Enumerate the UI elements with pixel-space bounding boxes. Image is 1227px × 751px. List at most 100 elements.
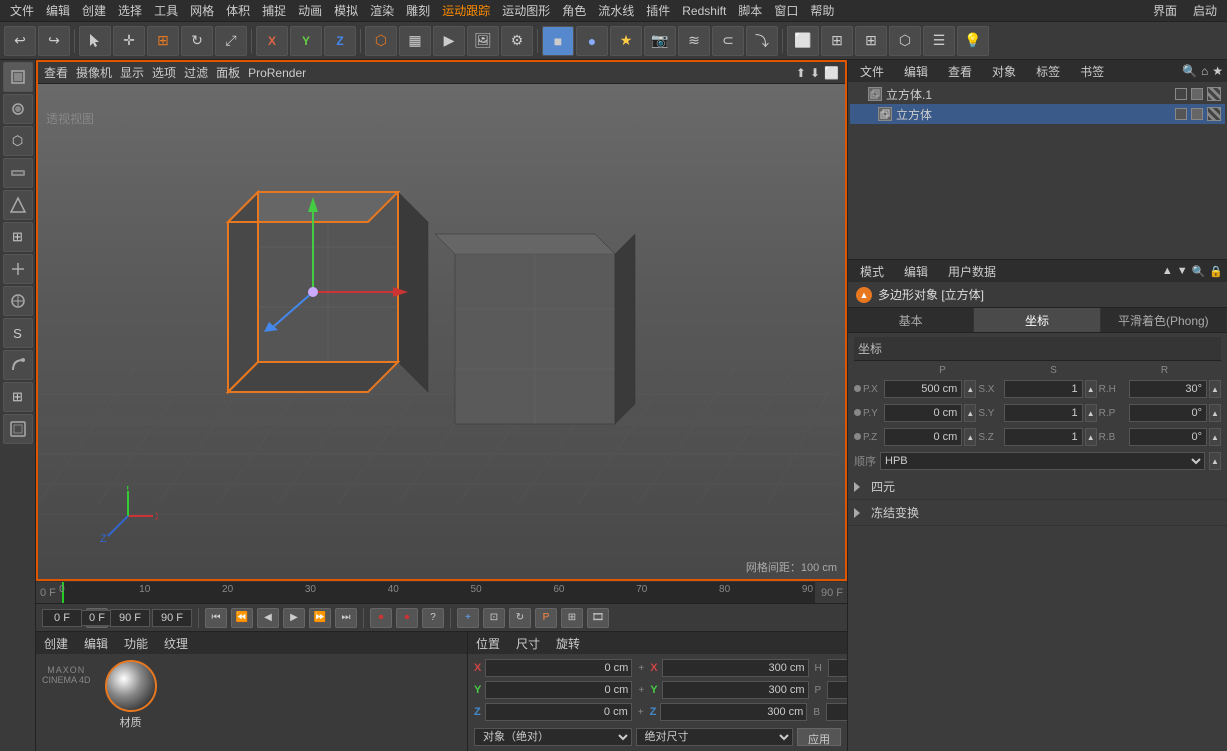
menu-render[interactable]: 渲染 <box>364 0 400 21</box>
props-lock[interactable]: 🔒 <box>1209 265 1223 278</box>
param-button[interactable]: P <box>535 608 557 628</box>
menu-plugins[interactable]: 插件 <box>640 0 676 21</box>
props-search[interactable]: 🔍 <box>1192 265 1206 278</box>
menu-create[interactable]: 创建 <box>76 0 112 21</box>
lamp-button[interactable]: 💡 <box>957 26 989 56</box>
rot-button[interactable]: ⊡ <box>483 608 505 628</box>
menu-animate[interactable]: 动画 <box>292 0 328 21</box>
menu-motion-tracking[interactable]: 运动跟踪 <box>436 0 496 21</box>
timeline-track[interactable]: 0 10 20 30 40 50 60 70 80 90 <box>62 582 815 603</box>
menu-pipeline[interactable]: 流水线 <box>592 0 640 21</box>
axis-z-button[interactable]: Z <box>324 26 356 56</box>
pz-input[interactable] <box>884 428 962 446</box>
menu-motion-graphics[interactable]: 运动图形 <box>496 0 556 21</box>
sy-arrow[interactable]: ▲ <box>1085 404 1097 422</box>
left-tool-4[interactable] <box>3 158 33 188</box>
viewport-menu-view[interactable]: 查看 <box>44 64 68 81</box>
start-frame-input[interactable] <box>42 609 82 627</box>
obj-visibility-cube[interactable] <box>1191 108 1203 120</box>
selected-cube[interactable] <box>198 182 438 465</box>
obj-tab-edit[interactable]: 编辑 <box>896 61 936 82</box>
end-frame-input[interactable] <box>110 609 150 627</box>
record-all-button[interactable]: ⏺ <box>396 608 418 628</box>
viewport-nav-up[interactable]: ⬆ <box>796 66 806 80</box>
light-button[interactable]: ★ <box>610 26 642 56</box>
px-arrow[interactable]: ▲ <box>964 380 976 398</box>
sy-input[interactable] <box>1004 404 1082 422</box>
viewport-scene[interactable]: X Y Z <box>38 84 845 579</box>
render-region-button[interactable]: ▦ <box>399 26 431 56</box>
menu-mesh[interactable]: 网格 <box>184 0 220 21</box>
camera-button[interactable]: 📷 <box>644 26 676 56</box>
camera-view-button[interactable]: ⬡ <box>889 26 921 56</box>
props-nav-down[interactable]: ▼ <box>1177 265 1188 277</box>
props-nav-up[interactable]: ▲ <box>1162 265 1173 277</box>
prop-tab-phong[interactable]: 平滑着色(Phong) <box>1101 308 1227 332</box>
render-button[interactable]: ▶ <box>433 26 465 56</box>
sx-arrow[interactable]: ▲ <box>1085 380 1097 398</box>
coord-size-dropdown[interactable]: 绝对尺寸 <box>636 728 794 746</box>
max-frame-input[interactable] <box>152 609 192 627</box>
coord-mode-dropdown[interactable]: 对象（绝对） <box>474 728 632 746</box>
obj-tab-view[interactable]: 查看 <box>940 61 980 82</box>
obj-tab-bookmarks[interactable]: 书签 <box>1072 61 1112 82</box>
left-tool-12[interactable] <box>3 414 33 444</box>
apply-button[interactable]: 应用 <box>797 728 841 746</box>
viewport-maximize[interactable]: ⬜ <box>824 66 839 80</box>
menu-sculpt[interactable]: 雕刻 <box>400 0 436 21</box>
menu-snap[interactable]: 捕捉 <box>256 0 292 21</box>
menu-tools[interactable]: 工具 <box>148 0 184 21</box>
size-x-input[interactable] <box>662 659 809 677</box>
pos-x-input[interactable] <box>485 659 632 677</box>
rb-arrow[interactable]: ▲ <box>1209 428 1221 446</box>
menu-help[interactable]: 帮助 <box>804 0 840 21</box>
left-tool-7[interactable] <box>3 254 33 284</box>
left-tool-9[interactable]: S <box>3 318 33 348</box>
viewport-menu-prorender[interactable]: ProRender <box>248 66 306 80</box>
render-settings-button[interactable]: ⚙ <box>501 26 533 56</box>
pos-z-input[interactable] <box>485 703 632 721</box>
left-tool-6[interactable]: ⊞ <box>3 222 33 252</box>
menu-scripts[interactable]: 脚本 <box>732 0 768 21</box>
viewport-nav-down[interactable]: ⬇ <box>810 66 820 80</box>
sz-input[interactable] <box>1004 428 1082 446</box>
menu-interface[interactable]: 界面 <box>1147 0 1183 21</box>
play-reverse-button[interactable]: ◀ <box>257 608 279 628</box>
obj-tab-tags[interactable]: 标签 <box>1028 61 1068 82</box>
search-icon[interactable]: 🔍 <box>1182 64 1197 78</box>
obj-tab-file[interactable]: 文件 <box>852 61 892 82</box>
material-item[interactable]: 材质 <box>105 660 157 730</box>
left-tool-5[interactable] <box>3 190 33 220</box>
rotate-tool-button[interactable]: ↻ <box>181 26 213 56</box>
home-icon[interactable]: ⌂ <box>1201 64 1208 78</box>
px-input[interactable] <box>884 380 962 398</box>
mode-tab-userdata[interactable]: 用户数据 <box>940 261 1004 282</box>
object-item-cube1[interactable]: 立方体.1 <box>850 84 1225 104</box>
nurbs-button[interactable]: ⊂ <box>712 26 744 56</box>
sz-arrow[interactable]: ▲ <box>1085 428 1097 446</box>
left-tool-3[interactable]: ⬡ <box>3 126 33 156</box>
left-tool-1[interactable] <box>3 62 33 92</box>
redo-button[interactable]: ↪ <box>38 26 70 56</box>
sphere-button[interactable]: ● <box>576 26 608 56</box>
auto-key-button[interactable]: ? <box>422 608 444 628</box>
scale-tool-button[interactable]: ⊞ <box>147 26 179 56</box>
goto-end-button[interactable]: ⏭ <box>335 608 357 628</box>
goto-start-button[interactable]: ⏮ <box>205 608 227 628</box>
viewport-menu-filter[interactable]: 过滤 <box>184 64 208 81</box>
prev-frame-button[interactable]: ⏪ <box>231 608 253 628</box>
current-frame-display[interactable] <box>81 610 113 626</box>
mat-tab-function[interactable]: 功能 <box>120 635 152 652</box>
menu-simulate[interactable]: 模拟 <box>328 0 364 21</box>
py-arrow[interactable]: ▲ <box>964 404 976 422</box>
mode-tab-edit[interactable]: 编辑 <box>896 261 936 282</box>
filmstrip-btn[interactable]: 🎞 <box>587 608 609 628</box>
order-dropdown[interactable]: HPB <box>880 452 1205 470</box>
prop-tab-coord[interactable]: 坐标 <box>974 308 1100 332</box>
rh-input[interactable] <box>1129 380 1207 398</box>
bookmark-icon[interactable]: ★ <box>1212 64 1223 78</box>
display-mode-button[interactable]: ⬜ <box>787 26 819 56</box>
size-z-input[interactable] <box>660 703 807 721</box>
mat-tab-create[interactable]: 创建 <box>40 635 72 652</box>
deformer-button[interactable]: ⤵ <box>746 26 778 56</box>
